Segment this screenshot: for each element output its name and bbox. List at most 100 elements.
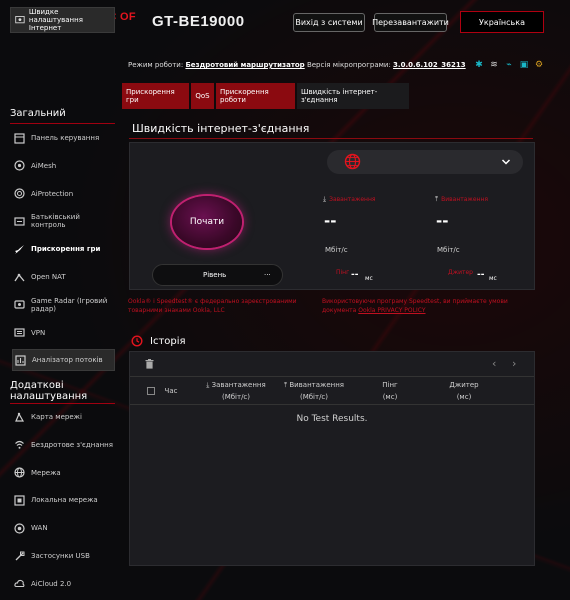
quick-internet-setup[interactable]: Швидке налаштування Інтернет	[10, 7, 115, 33]
quick-setup-icon	[15, 16, 25, 24]
sidebar-item-label: Open NAT	[31, 273, 66, 281]
wan-icon	[14, 523, 25, 534]
ping-label: Пінг	[336, 269, 350, 276]
dashboard-icon	[14, 132, 25, 144]
level-select[interactable]: Рівень ···	[152, 264, 283, 286]
server-select[interactable]	[327, 150, 523, 174]
sidebar-item-label: Батьківський контроль	[31, 213, 80, 230]
sidebar-item-label: VPN	[31, 328, 46, 337]
globe-icon	[344, 153, 361, 170]
usb-icon	[14, 551, 25, 562]
sidebar-item-label: Панель керування	[31, 134, 100, 142]
quick-setup-label: Швидке налаштування Інтернет	[28, 8, 83, 32]
rocket-icon	[14, 244, 25, 255]
divider	[10, 403, 115, 404]
history-title: Історія	[150, 336, 186, 347]
divider	[130, 404, 534, 405]
section-general: Загальний	[10, 108, 66, 119]
reboot-button[interactable]: Перезавантажити	[372, 13, 449, 32]
jitter-unit: мс	[489, 275, 497, 282]
page-title: Швидкість інтернет-з'єднання	[132, 122, 310, 135]
upload-value: --	[436, 212, 449, 230]
col-download: ⤓ Завантаження (Мбіт/с)	[206, 381, 266, 401]
status-icons: ✱ ≋ ⌁ ▣ ⚙	[474, 60, 544, 70]
usb-status-icon[interactable]: ⌁	[504, 60, 514, 70]
sidebar-item-label: Карта мережі	[31, 413, 82, 421]
lan-icon	[14, 495, 25, 506]
download-arrow-icon: ⤓	[323, 195, 327, 203]
sidebar-item-wireless[interactable]: Бездротове з'єднання	[12, 434, 115, 456]
download-unit: Мбіт/с	[325, 246, 348, 254]
sidebar-item-label: AiCloud 2.0	[31, 579, 72, 588]
section-advanced: Додаткові налаштування	[10, 380, 88, 402]
col-upload: ⤒ Вивантаження (Мбіт/с)	[283, 381, 345, 401]
history-icon	[131, 335, 143, 347]
open-nat-icon	[14, 272, 25, 283]
tab-internet-speed[interactable]: Швидкість інтернет-з'єднання	[297, 83, 409, 109]
sidebar-item-label: WAN	[31, 524, 48, 533]
upload-arrow-icon: ⤒	[435, 195, 439, 203]
col-time: Час	[164, 387, 178, 395]
start-speedtest-button[interactable]: Почати	[172, 196, 242, 248]
traffic-analyzer-icon	[15, 355, 26, 366]
parental-icon	[14, 216, 25, 227]
upload-label: ⤒ Вивантаження	[435, 195, 488, 203]
sidebar-item-open-nat[interactable]: Open NAT	[12, 266, 115, 288]
sidebar-item-dashboard[interactable]: Панель керування	[12, 127, 115, 149]
logout-button[interactable]: Вихід з системи	[293, 13, 365, 32]
network-map-icon	[14, 412, 25, 423]
firmware-version-link[interactable]: 3.0.0.6.102_36213	[393, 61, 466, 69]
sidebar-item-parental[interactable]: Батьківський контроль	[12, 210, 115, 232]
tab-qos[interactable]: QoS	[191, 83, 214, 109]
chevron-down-icon	[501, 159, 511, 165]
sidebar-item-globe[interactable]: Мережа	[12, 462, 115, 484]
radar-icon	[14, 299, 25, 310]
sidebar-item-label: Застосунки USB	[31, 552, 90, 560]
sidebar-item-network-map[interactable]: Карта мережі	[12, 406, 115, 428]
sidebar-item-label: AiMesh	[31, 161, 57, 170]
tab-work-boost[interactable]: Прискорення роботи	[216, 83, 295, 109]
sidebar-item-lan[interactable]: Локальна мережа	[12, 489, 115, 511]
ookla-trademark-note: Ookla® і Speedtest® є федерально зареєст…	[128, 298, 297, 314]
sidebar-item-radar[interactable]: Game Radar (Ігровий радар)	[12, 294, 115, 316]
wifi-status-icon[interactable]: ≋	[489, 60, 499, 70]
sidebar-item-label: AiProtection	[31, 189, 74, 198]
connection-status-icon[interactable]: ▣	[519, 60, 529, 70]
operation-mode-link[interactable]: Бездротовий маршрутизатор	[185, 61, 304, 69]
upload-unit: Мбіт/с	[437, 246, 460, 254]
trash-icon[interactable]	[145, 359, 154, 369]
download-value: --	[324, 212, 337, 230]
privacy-policy-link[interactable]: Ookla PRIVACY POLICY	[358, 307, 425, 314]
ping-value: --	[351, 270, 359, 280]
sidebar-item-label: Бездротове з'єднання	[31, 440, 113, 449]
settings-gear-icon[interactable]: ⚙	[534, 60, 544, 70]
level-more-icon: ···	[264, 271, 271, 279]
jitter-label: Джитер	[448, 269, 473, 276]
prev-page-icon[interactable]: ‹	[492, 357, 496, 370]
language-select[interactable]: Українська	[460, 11, 544, 33]
col-ping: Пінг (мс)	[382, 381, 398, 401]
sidebar-item-wan[interactable]: WAN	[12, 517, 115, 539]
divider	[130, 376, 534, 377]
sidebar-item-label: Прискорення гри	[31, 245, 101, 254]
select-all-checkbox[interactable]	[147, 387, 155, 395]
next-page-icon[interactable]: ›	[512, 357, 516, 370]
tab-bar: Прискорення гри QoS Прискорення роботи Ш…	[122, 83, 409, 109]
sidebar-item-label: Локальна мережа	[31, 496, 98, 505]
sidebar-item-aimesh[interactable]: AiMesh	[12, 155, 115, 177]
sidebar-item-traffic-analyzer[interactable]: Аналізатор потоків	[12, 349, 115, 372]
tab-game-boost[interactable]: Прискорення гри	[122, 83, 189, 109]
sidebar-item-cloud[interactable]: AiCloud 2.0	[12, 573, 115, 595]
shield-icon	[14, 188, 25, 199]
sidebar-item-usb[interactable]: Застосунки USB	[12, 545, 115, 567]
sidebar-item-label: Game Radar (Ігровий радар)	[31, 296, 108, 313]
model-name: GT-BE19000	[152, 13, 245, 30]
upload-arrow-icon: ⤒	[283, 381, 288, 389]
aimesh-status-icon[interactable]: ✱	[474, 60, 484, 70]
divider	[10, 123, 115, 124]
sidebar-item-shield[interactable]: AiProtection	[12, 183, 115, 205]
sidebar-item-rocket[interactable]: Прискорення гри	[12, 238, 115, 260]
globe-icon	[14, 467, 25, 478]
aimesh-icon	[14, 160, 25, 171]
sidebar-item-vpn[interactable]: VPN	[12, 322, 115, 344]
